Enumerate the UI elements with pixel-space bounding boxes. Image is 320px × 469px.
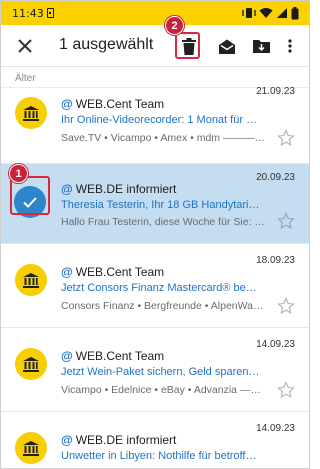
mail-preview: Save.TV • Vicampo • Amex • mdm ————…	[61, 132, 266, 144]
at-sign-icon: @	[61, 182, 73, 196]
mail-preview: Consors Finanz • Bergfreunde • AlpenWa…	[61, 300, 264, 312]
at-sign-icon: @	[61, 265, 73, 279]
move-to-folder-icon	[252, 40, 270, 53]
mail-subject: Unwetter in Libyen: Nothilfe für betroff…	[61, 450, 261, 462]
sender-name: WEB.DE informiert	[75, 182, 177, 196]
status-time: 11:43	[12, 7, 44, 20]
mark-read-button[interactable]	[215, 34, 239, 58]
mail-sender: @ WEB.Cent Team	[61, 349, 164, 363]
mail-date: 14.09.23	[256, 423, 295, 434]
step-badge-2: 2	[165, 16, 184, 35]
mail-preview: Hallo Frau Testerin, diese Woche für Sie…	[61, 216, 265, 228]
mail-list-item[interactable]: @ WEB.Cent Team 14.09.23 Jetzt Wein-Pake…	[1, 328, 309, 412]
sender-name: WEB.Cent Team	[75, 97, 165, 111]
star-icon[interactable]	[277, 212, 295, 230]
vibrate-icon	[242, 8, 256, 18]
bank-building-icon	[23, 356, 39, 372]
mark-read-icon	[219, 39, 235, 54]
mail-list-item[interactable]: @ WEB.Cent Team 21.09.23 Ihr Online-Vide…	[1, 86, 309, 164]
star-icon[interactable]	[277, 381, 295, 399]
delete-button-highlight	[175, 32, 200, 59]
mail-subject: Theresia Testerin, Ihr 18 GB Handytarif …	[61, 199, 261, 211]
selection-toolbar: 1 ausgewählt	[1, 25, 309, 67]
mail-sender: @ WEB.DE informiert	[61, 182, 176, 196]
star-icon[interactable]	[277, 297, 295, 315]
mail-date: 18.09.23	[256, 255, 295, 266]
at-sign-icon: @	[61, 349, 73, 363]
signal-icon	[277, 8, 287, 18]
mail-subject: Jetzt Consors Finanz Mastercard® bean…	[61, 282, 261, 294]
close-icon	[18, 39, 32, 53]
bank-building-icon	[23, 272, 39, 288]
at-sign-icon: @	[61, 433, 73, 447]
more-options-icon	[288, 39, 292, 53]
bank-building-icon	[23, 105, 39, 121]
sender-avatar	[15, 348, 47, 380]
sender-name: WEB.Cent Team	[75, 349, 165, 363]
mail-sender: @ WEB.DE informiert	[61, 433, 176, 447]
status-icons	[242, 6, 299, 20]
sender-avatar	[15, 432, 47, 464]
app-window: 11:43 1 ausgewählt 2 Älter @ WEB.Cent Te…	[0, 0, 310, 469]
sender-name: WEB.DE informiert	[75, 433, 177, 447]
sim-card-icon	[47, 8, 54, 18]
battery-icon	[291, 6, 299, 19]
step-badge-1: 1	[9, 164, 28, 183]
selection-count-title: 1 ausgewählt	[59, 36, 154, 53]
bank-building-icon	[23, 440, 39, 456]
mail-date: 20.09.23	[256, 172, 295, 183]
mail-subject: Jetzt Wein-Paket sichern, Geld sparen un…	[61, 366, 261, 378]
section-label-older: Älter	[15, 73, 36, 84]
mail-subject: Ihr Online-Videorecorder: 1 Monat für nu…	[61, 114, 261, 126]
mail-date: 14.09.23	[256, 339, 295, 350]
star-icon[interactable]	[277, 129, 295, 147]
mail-date: 21.09.23	[256, 86, 295, 97]
status-bar: 11:43	[1, 1, 309, 25]
move-to-folder-button[interactable]	[249, 34, 273, 58]
sender-avatar	[15, 97, 47, 129]
sender-name: WEB.Cent Team	[75, 265, 165, 279]
more-options-button[interactable]	[281, 34, 299, 58]
at-sign-icon: @	[61, 97, 73, 111]
mail-sender: @ WEB.Cent Team	[61, 265, 164, 279]
wifi-icon	[259, 8, 273, 18]
close-selection-button[interactable]	[13, 34, 37, 58]
sender-avatar	[15, 264, 47, 296]
mail-preview: Vicampo • Edelnice • eBay • Advanzia ——…	[61, 384, 266, 396]
mail-sender: @ WEB.Cent Team	[61, 97, 164, 111]
mail-list-item[interactable]: @ WEB.Cent Team 18.09.23 Jetzt Consors F…	[1, 244, 309, 328]
mail-list-item[interactable]: @ WEB.DE informiert 14.09.23 Unwetter in…	[1, 412, 309, 468]
